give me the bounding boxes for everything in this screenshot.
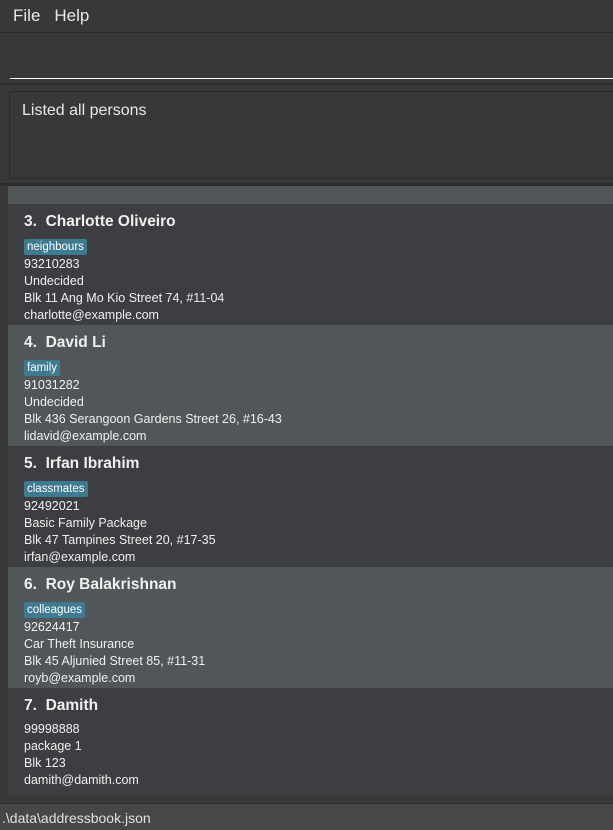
person-package: Basic Family Package — [24, 516, 147, 530]
person-tag: colleagues — [24, 602, 85, 618]
person-email: charlotte@example.com — [24, 308, 159, 322]
person-phone: 99998888 — [24, 722, 80, 736]
person-email: royb@example.com — [24, 671, 136, 685]
person-package: package 1 — [24, 739, 82, 753]
person-address: Blk 47 Tampines Street 20, #17-35 — [24, 533, 216, 547]
person-package: Undecided — [24, 274, 84, 288]
person-card[interactable]: 6. Roy Balakrishnan colleagues 92624417 … — [8, 567, 613, 688]
menu-bar: File Help — [0, 0, 613, 33]
person-name: 6. Roy Balakrishnan — [24, 576, 177, 593]
person-card[interactable]: 5. Irfan Ibrahim classmates 92492021 Bas… — [8, 446, 613, 567]
person-email: damith@damith.com — [24, 773, 139, 787]
status-bar-file-path: .\data\addressbook.json — [0, 803, 613, 830]
person-phone: 91031282 — [24, 378, 80, 392]
person-name: 5. Irfan Ibrahim — [24, 455, 140, 472]
person-tag: neighbours — [24, 239, 87, 255]
person-phone: 93210283 — [24, 257, 80, 271]
person-address: Blk 45 Aljunied Street 85, #11-31 — [24, 654, 206, 668]
person-tag: family — [24, 360, 61, 376]
person-phone: 92624417 — [24, 620, 80, 634]
person-address: Blk 123 — [24, 756, 66, 770]
person-address: Blk 11 Ang Mo Kio Street 74, #11-04 — [24, 291, 225, 305]
person-card[interactable]: 7. Damith 99998888 package 1 Blk 123 dam… — [8, 688, 613, 793]
menu-help[interactable]: Help — [54, 6, 89, 26]
person-phone: 92492021 — [24, 499, 80, 513]
person-name: 4. David Li — [24, 334, 106, 351]
person-tag: classmates — [24, 481, 88, 497]
person-address: Blk 436 Serangoon Gardens Street 26, #16… — [24, 412, 282, 426]
command-box — [0, 34, 613, 85]
person-email: lidavid@example.com — [24, 429, 147, 443]
person-card[interactable]: 4. David Li family 91031282 Undecided Bl… — [8, 325, 613, 446]
command-input[interactable] — [10, 34, 613, 79]
person-package: Car Theft Insurance — [24, 637, 135, 651]
result-display: Listed all persons — [9, 91, 613, 179]
person-list[interactable]: 3. Charlotte Oliveiro neighbours 9321028… — [8, 186, 613, 796]
menu-file[interactable]: File — [13, 6, 40, 26]
person-name: 7. Damith — [24, 697, 99, 714]
person-name: 3. Charlotte Oliveiro — [24, 213, 176, 230]
person-card-partial[interactable] — [8, 186, 613, 204]
person-package: Undecided — [24, 395, 84, 409]
person-card[interactable]: 3. Charlotte Oliveiro neighbours 9321028… — [8, 204, 613, 325]
person-email: irfan@example.com — [24, 550, 136, 564]
